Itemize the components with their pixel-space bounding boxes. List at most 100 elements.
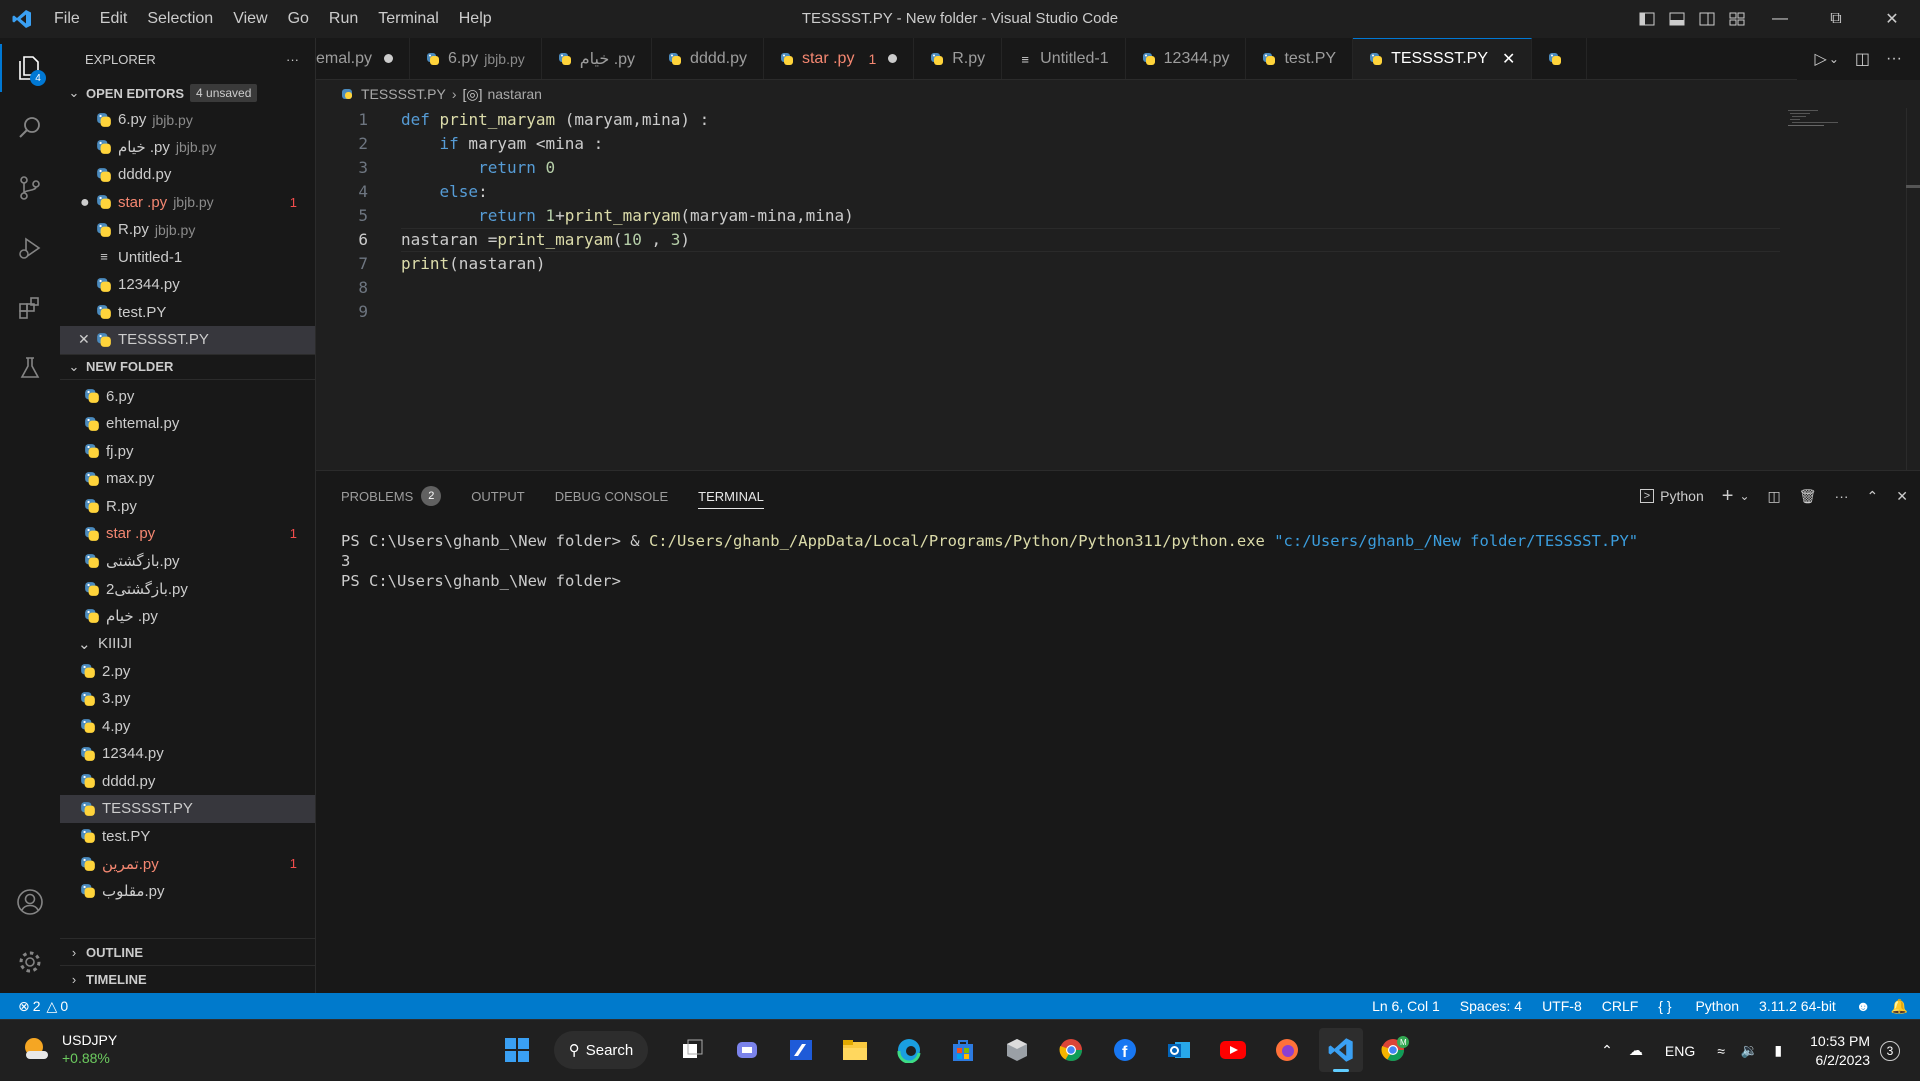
file-item[interactable]: R.py — [60, 493, 315, 521]
explorer-icon[interactable]: 4 — [0, 38, 60, 98]
minimize-button[interactable]: — — [1752, 0, 1808, 38]
minimap[interactable] — [1788, 108, 1848, 128]
new-terminal-icon[interactable]: + — [1722, 485, 1734, 508]
run-python-icon[interactable]: ▷ — [1815, 49, 1827, 69]
volume-icon[interactable]: 🔉 — [1741, 1042, 1758, 1059]
toggle-sidebar-icon[interactable] — [1632, 0, 1662, 38]
editor-tab[interactable]: ≡ Untitled-1 — [1002, 38, 1126, 79]
customize-layout-icon[interactable] — [1722, 0, 1752, 38]
toggle-secondary-sidebar-icon[interactable] — [1692, 0, 1722, 38]
file-item[interactable]: fj.py — [60, 438, 315, 466]
file-item[interactable]: بازگشتی2.py — [60, 575, 315, 603]
start-windows-icon[interactable] — [495, 1028, 539, 1072]
notification-count-badge[interactable]: 3 — [1880, 1040, 1900, 1061]
problems-status[interactable]: ⊗ 2 △ 0 — [0, 998, 68, 1015]
youtube-icon[interactable] — [1211, 1028, 1255, 1072]
folder-header[interactable]: ⌄ NEW FOLDER — [60, 353, 315, 380]
open-editor-item[interactable]: 6.py jbjb.py — [60, 106, 315, 134]
explorer-more-button[interactable]: ··· — [286, 52, 299, 67]
open-editor-item[interactable]: ✕ TESSSST.PY — [60, 326, 315, 354]
editor-tab[interactable]: خیام .py — [542, 38, 653, 79]
open-editor-item[interactable]: dddd.py — [60, 161, 315, 189]
open-editor-item[interactable]: 12344.py — [60, 271, 315, 299]
overflow-tab[interactable] — [1532, 38, 1588, 79]
source-control-icon[interactable] — [0, 158, 60, 218]
menu-edit[interactable]: Edit — [90, 0, 138, 38]
outlook-icon[interactable] — [1157, 1028, 1201, 1072]
file-item[interactable]: بازگشتی.py — [60, 548, 315, 576]
editor-tab[interactable]: test.PY — [1246, 38, 1354, 79]
stock-widget[interactable]: USDJPY +0.88% — [20, 1031, 117, 1067]
file-item[interactable]: 4.py — [60, 713, 315, 741]
tab-problems[interactable]: PROBLEMS 2 — [341, 471, 442, 521]
tab-output[interactable]: OUTPUT — [471, 471, 524, 521]
python-interpreter[interactable]: 3.11.2 64-bit — [1759, 998, 1836, 1014]
tab-terminal[interactable]: TERMINAL — [698, 471, 764, 521]
menu-run[interactable]: Run — [319, 0, 368, 38]
chrome-icon[interactable] — [1049, 1028, 1093, 1072]
panel-more-icon[interactable]: ··· — [1835, 488, 1849, 504]
terminal-shell-label[interactable]: Python — [1660, 488, 1704, 504]
terminal-dropdown-icon[interactable]: ⌄ — [1739, 489, 1749, 503]
more-actions-icon[interactable]: ··· — [1886, 50, 1902, 68]
editor-tab[interactable]: dddd.py — [652, 38, 764, 79]
close-panel-icon[interactable]: ✕ — [1896, 488, 1908, 505]
split-terminal-icon[interactable]: ◫ — [1768, 488, 1781, 505]
menu-help[interactable]: Help — [449, 0, 502, 38]
open-editor-item[interactable]: خیام .py jbjb.py — [60, 134, 315, 162]
microsoft-store-icon[interactable] — [941, 1028, 985, 1072]
toggle-panel-icon[interactable] — [1662, 0, 1692, 38]
menu-selection[interactable]: Selection — [137, 0, 223, 38]
editor-scrollbar[interactable] — [1906, 108, 1920, 470]
timeline-section[interactable]: › TIMELINE — [60, 965, 316, 992]
restore-button[interactable]: ⧉ — [1808, 0, 1864, 38]
editor-tab[interactable]: TESSSST.PY ✕ — [1353, 38, 1533, 79]
file-item[interactable]: خیام .py — [60, 603, 315, 631]
code-editor[interactable]: 1 2 3 4 5 6 7 8 9 def print_maryam (maryam,mina)… — [316, 108, 1920, 470]
breadcrumb-file[interactable]: TESSSST.PY — [361, 86, 446, 102]
file-item[interactable]: مقلوب.py — [60, 878, 315, 906]
open-editor-item[interactable]: ≡ Untitled-1 — [60, 244, 315, 272]
input-language[interactable]: ENG — [1665, 1043, 1695, 1059]
indentation[interactable]: Spaces: 4 — [1460, 998, 1522, 1014]
menu-file[interactable]: File — [44, 0, 90, 38]
search-icon[interactable] — [0, 98, 60, 158]
cube-app-icon[interactable] — [995, 1028, 1039, 1072]
show-hidden-icons-chevron-icon[interactable]: ⌃ — [1601, 1042, 1613, 1059]
feedback-icon[interactable]: ☻ — [1856, 998, 1871, 1014]
teams-chat-icon[interactable] — [725, 1028, 769, 1072]
editor-tab[interactable]: 12344.py — [1126, 38, 1247, 79]
facebook-icon[interactable]: f — [1103, 1028, 1147, 1072]
pen-app-icon[interactable] — [779, 1028, 823, 1072]
open-editor-item[interactable]: R.py jbjb.py — [60, 216, 315, 244]
kill-terminal-trash-icon[interactable]: 🗑 — [1799, 488, 1817, 505]
breadcrumb-symbol[interactable]: nastaran — [487, 86, 541, 102]
menu-view[interactable]: View — [223, 0, 277, 38]
chrome-profile-icon[interactable]: M — [1373, 1028, 1417, 1072]
encoding[interactable]: UTF-8 — [1542, 998, 1582, 1014]
editor-tab[interactable]: emal.py — [316, 38, 411, 79]
firefox-icon[interactable] — [1265, 1028, 1309, 1072]
taskbar-clock[interactable]: 10:53 PM 6/2/2023 — [1810, 1032, 1870, 1070]
battery-icon[interactable]: ▮ — [1774, 1042, 1782, 1059]
editor-tab[interactable]: 6.py jbjb.py — [410, 38, 542, 79]
open-editor-item[interactable]: ● star .py jbjb.py 1 — [60, 189, 315, 217]
taskbar-search[interactable]: ⚲ Search — [554, 1031, 648, 1069]
line-ending[interactable]: CRLF — [1602, 998, 1639, 1014]
editor-tab[interactable]: star .py 1 — [764, 38, 915, 79]
file-item[interactable]: 2.py — [60, 658, 315, 686]
file-item[interactable]: ehtemal.py — [60, 410, 315, 438]
notifications-bell-icon[interactable]: 🔔 — [1891, 998, 1908, 1015]
accounts-icon[interactable] — [0, 872, 60, 932]
close-tab-icon[interactable]: ✕ — [1502, 49, 1515, 69]
file-item[interactable]: test.PY — [60, 823, 315, 851]
menu-go[interactable]: Go — [278, 0, 319, 38]
file-item[interactable]: star .py 1 — [60, 520, 315, 548]
subfolder-item[interactable]: ⌄ KIIIJI — [60, 630, 315, 658]
cursor-position[interactable]: Ln 6, Col 1 — [1372, 998, 1440, 1014]
tab-debug-console[interactable]: DEBUG CONSOLE — [555, 471, 668, 521]
onedrive-cloud-icon[interactable]: ☁ — [1629, 1042, 1643, 1059]
language-mode[interactable]: { } Python — [1658, 998, 1739, 1014]
vscode-taskbar-icon[interactable] — [1319, 1028, 1363, 1072]
manage-gear-icon[interactable] — [0, 932, 60, 992]
